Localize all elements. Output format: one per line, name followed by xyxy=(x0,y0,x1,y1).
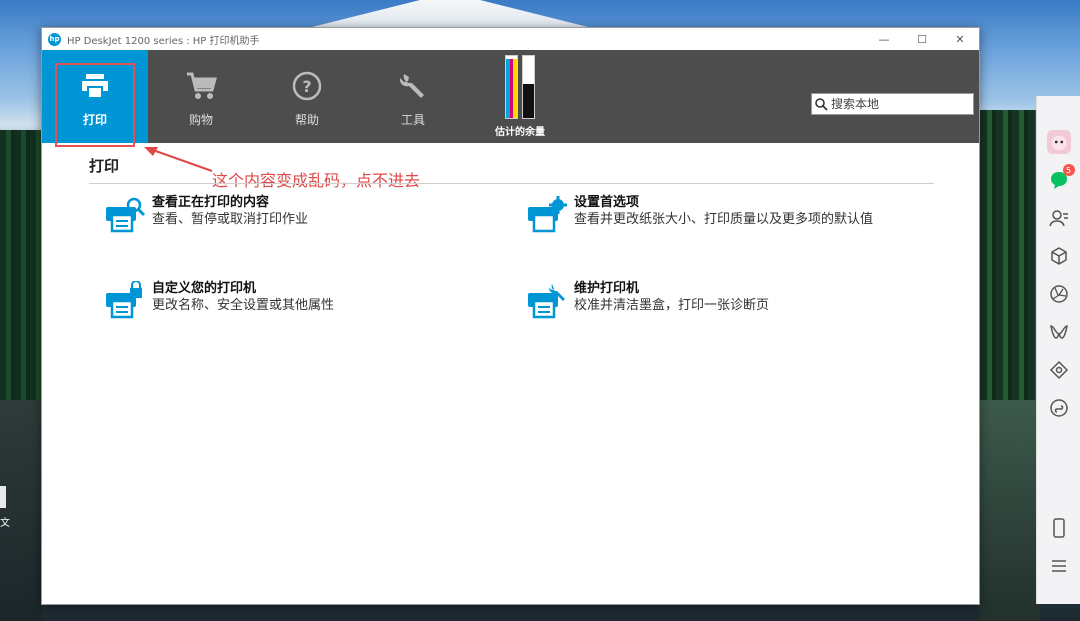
close-button[interactable]: ✕ xyxy=(941,28,979,50)
phone-icon[interactable] xyxy=(1047,516,1071,540)
black-ink-fill xyxy=(523,83,534,118)
tab-shopping[interactable]: 购物 xyxy=(148,50,254,143)
black-cartridge-bar xyxy=(522,55,535,119)
main-toolbar: 打印 购物 ? 帮助 工具 估计的余量 搜索本地 xyxy=(42,50,979,147)
user-avatar[interactable] xyxy=(1046,130,1071,154)
action-preferences[interactable]: 设置首选项 查看并更改纸张大小、打印质量以及更多项的默认值 xyxy=(526,195,873,235)
action-desc: 校准并清洁墨盒，打印一张诊断页 xyxy=(574,298,770,313)
action-view-printing[interactable]: 查看正在打印的内容 查看、暂停或取消打印作业 xyxy=(104,195,308,235)
printer-icon xyxy=(80,65,110,107)
action-title: 查看正在打印的内容 xyxy=(152,195,270,210)
annotation-arrow-icon xyxy=(144,147,213,172)
window-title: HP DeskJet 1200 series : HP 打印机助手 xyxy=(67,35,260,47)
section-title: 打印 xyxy=(89,157,120,175)
mountain-peak xyxy=(300,0,600,30)
print-queue-icon xyxy=(106,197,146,233)
sidebar-bottom xyxy=(1037,516,1080,592)
tab-tools-label: 工具 xyxy=(400,113,425,127)
printer-lock-icon xyxy=(106,281,142,319)
color-cartridge-bar xyxy=(505,55,518,119)
hp-assistant-window: hp HP DeskJet 1200 series : HP 打印机助手 — ☐… xyxy=(41,27,980,605)
search-box[interactable] xyxy=(811,93,974,115)
action-title: 设置首选项 xyxy=(574,195,640,210)
annotation-text: 这个内容变成乱码，点不进去 xyxy=(212,171,421,190)
help-icon: ? xyxy=(292,65,322,107)
tab-help[interactable]: ? 帮助 xyxy=(254,50,360,143)
action-maintain-printer[interactable]: 维护打印机 校准并清洁墨盒，打印一张诊断页 xyxy=(526,281,769,321)
right-sidebar: 5 xyxy=(1036,96,1080,604)
cart-icon xyxy=(185,65,217,107)
lake-right xyxy=(980,400,1040,621)
tab-shopping-label: 购物 xyxy=(188,113,213,127)
channels-icon[interactable] xyxy=(1047,320,1071,344)
printer-settings-icon xyxy=(528,196,567,233)
hp-logo-icon: hp xyxy=(48,32,61,46)
action-desc: 查看并更改纸张大小、打印质量以及更多项的默认值 xyxy=(574,212,874,227)
tab-help-label: 帮助 xyxy=(294,113,319,127)
svg-text:?: ? xyxy=(302,77,311,96)
minimize-button[interactable]: — xyxy=(865,28,903,50)
moments-icon[interactable] xyxy=(1047,282,1071,306)
lake-left xyxy=(0,400,42,621)
maximize-button[interactable]: ☐ xyxy=(903,28,941,50)
search-discover-icon[interactable] xyxy=(1047,358,1071,382)
search-icon xyxy=(815,97,828,111)
menu-icon[interactable] xyxy=(1047,554,1071,578)
mini-program-icon[interactable] xyxy=(1047,396,1071,420)
search-input[interactable] xyxy=(831,97,971,111)
action-title: 自定义您的打印机 xyxy=(152,281,257,296)
color-ink-fill xyxy=(506,59,517,118)
section-divider xyxy=(89,183,934,184)
wrench-icon xyxy=(398,65,428,107)
forest-left xyxy=(0,130,42,400)
action-title: 维护打印机 xyxy=(574,281,640,296)
chat-badge: 5 xyxy=(1062,164,1075,176)
window-controls: — ☐ ✕ xyxy=(865,28,979,50)
tab-print[interactable]: 打印 xyxy=(42,50,148,143)
printer-maintenance-icon xyxy=(528,284,565,319)
forest-right xyxy=(980,110,1040,400)
desktop-file-icon[interactable] xyxy=(0,486,6,508)
tab-tools[interactable]: 工具 xyxy=(360,50,466,143)
action-desc: 查看、暂停或取消打印作业 xyxy=(152,212,309,227)
cube-icon[interactable] xyxy=(1047,244,1071,268)
contacts-icon[interactable] xyxy=(1047,206,1071,230)
action-customize-printer[interactable]: 自定义您的打印机 更改名称、安全设置或其他属性 xyxy=(104,281,334,321)
title-bar[interactable]: hp HP DeskJet 1200 series : HP 打印机助手 — ☐… xyxy=(42,28,979,50)
tab-print-label: 打印 xyxy=(82,113,107,127)
ink-bars xyxy=(505,55,535,119)
ink-level-indicator[interactable]: 估计的余量 xyxy=(490,50,550,143)
ink-level-label: 估计的余量 xyxy=(495,127,545,138)
action-desc: 更改名称、安全设置或其他属性 xyxy=(152,298,335,313)
desktop-file-label[interactable]: 文 xyxy=(0,514,10,529)
chat-icon[interactable]: 5 xyxy=(1047,164,1075,192)
